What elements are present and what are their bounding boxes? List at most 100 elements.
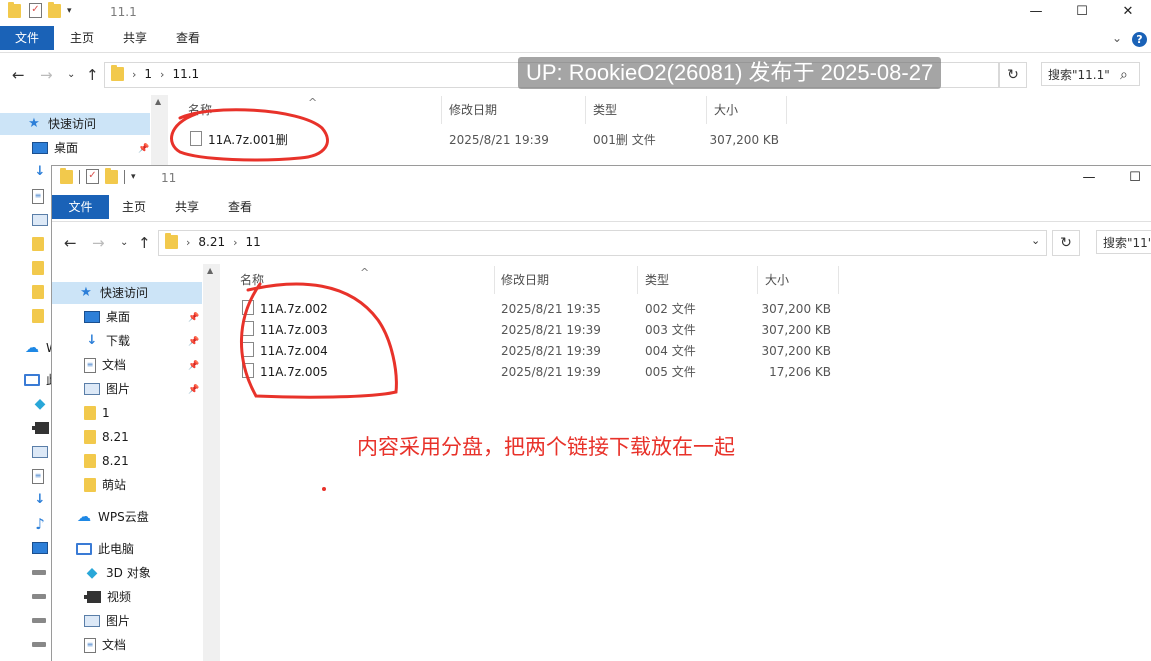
nav-item-folder-8-21[interactable]: 8.21 [84,450,129,472]
nav-item-3d-objects[interactable]: ◆ 3D 对象 [84,562,151,584]
nav-item-quick-access[interactable]: ★ 快速访问 [52,282,202,304]
column-divider[interactable] [786,96,787,124]
close-button[interactable]: ✕ [1105,0,1151,24]
nav-item-drive[interactable] [32,561,46,583]
table-row[interactable]: 11A.7z.003 2025/8/21 19:39 003 文件 307,20… [220,320,930,341]
nav-item-music[interactable]: ♪ [32,513,48,535]
table-row[interactable]: 11A.7z.005 2025/8/21 19:39 005 文件 17,206… [220,362,930,383]
pin-icon[interactable]: 📌 [188,385,199,395]
recent-locations-icon[interactable]: ⌄ [120,237,128,248]
tab-share[interactable]: 共享 [115,26,155,50]
nav-item-pictures[interactable]: 图片 [84,610,130,632]
nav-item-wps-cloud[interactable]: ☁ WPS云盘 [76,506,149,528]
help-icon[interactable]: ? [1132,32,1147,47]
tab-file[interactable]: 文件 [0,26,54,50]
nav-item-3d[interactable]: ◆ [32,393,48,415]
table-row[interactable]: 11A.7z.002 2025/8/21 19:35 002 文件 307,20… [220,299,930,320]
nav-item-pictures[interactable] [32,441,48,463]
expand-ribbon-icon[interactable]: ⌄ [1112,31,1122,45]
column-header-type[interactable]: 类型 [593,96,617,124]
breadcrumb-item[interactable]: 1 [144,67,152,81]
column-header-name[interactable]: 名称 [240,266,264,294]
refresh-icon[interactable]: ↻ [1052,230,1080,256]
column-header-type[interactable]: 类型 [645,266,669,294]
nav-item-folder[interactable] [32,233,44,255]
back-arrow-icon[interactable]: ← [12,66,25,84]
nav-item-drive[interactable] [32,633,46,655]
tab-home[interactable]: 主页 [62,26,102,50]
table-row[interactable]: 11A.7z.001删 2025/8/21 19:39 001删 文件 307,… [168,130,878,151]
search-input[interactable]: 搜索"11" [1096,230,1151,254]
tab-view[interactable]: 查看 [168,26,208,50]
tab-share[interactable]: 共享 [167,195,207,219]
search-icon[interactable]: ⌕ [1120,63,1128,87]
nav-item-downloads[interactable]: ↓ [32,161,48,183]
nav-item-this-pc[interactable]: 此电脑 [76,538,134,560]
nav-item-documents[interactable]: ≡ 文档 [84,634,126,656]
customize-toolbar-icon[interactable]: ▾ [67,6,72,16]
column-header-size[interactable]: 大小 [765,266,789,294]
breadcrumb-item[interactable]: 11.1 [172,67,199,81]
nav-item-desktop[interactable]: 桌面 [84,306,130,328]
nav-item-folder[interactable] [32,257,44,279]
tab-file[interactable]: 文件 [52,195,109,219]
search-input[interactable]: 搜索"11.1" ⌕ [1041,62,1140,86]
new-folder-icon[interactable] [48,1,61,18]
nav-item-downloads[interactable]: ↓ 下载 [84,330,130,352]
maximize-button[interactable]: ☐ [1059,0,1105,24]
minimize-button[interactable]: — [1066,166,1112,190]
refresh-icon[interactable]: ↻ [999,62,1027,88]
nav-item-drive[interactable] [32,585,46,607]
forward-arrow-icon[interactable]: → [40,66,53,84]
column-header-name[interactable]: 名称 [188,96,212,124]
nav-item-documents[interactable]: ≡ [32,465,44,487]
up-arrow-icon[interactable]: ↑ [86,66,99,84]
column-divider[interactable] [585,96,586,124]
properties-icon[interactable]: ✓ [86,169,99,184]
chevron-right-icon[interactable]: › [160,68,164,81]
nav-item-folder[interactable] [32,305,44,327]
column-divider[interactable] [441,96,442,124]
chevron-right-icon[interactable]: › [132,68,136,81]
nav-item-quick-access[interactable]: ★ 快速访问 [0,113,150,135]
nav-item-folder-1[interactable]: 1 [84,402,110,424]
column-divider[interactable] [757,266,758,294]
maximize-button[interactable]: ☐ [1112,166,1151,190]
nav-item-folder-8-21[interactable]: 8.21 [84,426,129,448]
nav-item-folder[interactable] [32,281,44,303]
new-folder-icon[interactable] [105,167,118,184]
recent-locations-icon[interactable]: ⌄ [67,69,75,80]
tab-home[interactable]: 主页 [114,195,154,219]
column-divider[interactable] [637,266,638,294]
tab-view[interactable]: 查看 [220,195,260,219]
customize-toolbar-icon[interactable]: ▾ [131,172,136,182]
nav-item-pictures[interactable] [32,209,48,231]
scroll-up-icon[interactable]: ▲ [155,97,161,106]
scroll-up-icon[interactable]: ▲ [207,266,213,275]
chevron-right-icon[interactable]: › [186,236,190,249]
table-row[interactable]: 11A.7z.004 2025/8/21 19:39 004 文件 307,20… [220,341,930,362]
up-arrow-icon[interactable]: ↑ [138,234,151,252]
nav-item-documents[interactable]: ≡ [32,185,44,207]
column-header-date[interactable]: 修改日期 [449,96,497,124]
nav-item-desktop[interactable]: 桌面 [32,137,78,159]
pin-icon[interactable]: 📌 [188,361,199,371]
column-header-date[interactable]: 修改日期 [501,266,549,294]
nav-item-drive[interactable] [32,609,46,631]
nav-item-downloads[interactable]: ↓ [32,489,48,511]
nav-item-pictures[interactable]: 图片 [84,378,130,400]
nav-item-desktop[interactable] [32,537,48,559]
column-header-size[interactable]: 大小 [714,96,738,124]
column-divider[interactable] [494,266,495,294]
column-divider[interactable] [706,96,707,124]
nav-scrollbar[interactable]: ▲ [203,264,220,661]
properties-icon[interactable]: ✓ [29,3,42,18]
nav-item-videos[interactable] [32,417,49,439]
forward-arrow-icon[interactable]: → [92,234,105,252]
chevron-down-icon[interactable]: ⌄ [1031,234,1040,247]
back-arrow-icon[interactable]: ← [64,234,77,252]
nav-item-documents[interactable]: ≡ 文档 [84,354,126,376]
column-divider[interactable] [838,266,839,294]
chevron-right-icon[interactable]: › [233,236,237,249]
minimize-button[interactable]: — [1013,0,1059,24]
